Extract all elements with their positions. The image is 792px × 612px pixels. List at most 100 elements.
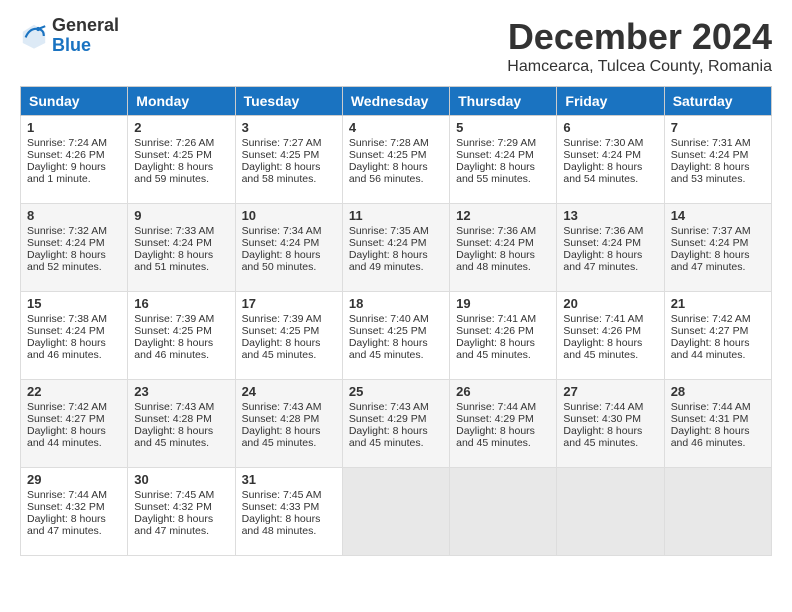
sunrise-text: Sunrise: 7:45 AM [134, 489, 214, 501]
header-tuesday: Tuesday [235, 87, 342, 116]
day-number: 8 [27, 208, 121, 223]
day-cell: 7Sunrise: 7:31 AMSunset: 4:24 PMDaylight… [664, 116, 771, 204]
day-number: 24 [242, 384, 336, 399]
daylight-text: Daylight: 8 hours and 49 minutes. [349, 249, 428, 273]
daylight-text: Daylight: 8 hours and 58 minutes. [242, 161, 321, 185]
sunrise-text: Sunrise: 7:40 AM [349, 313, 429, 325]
daylight-text: Daylight: 8 hours and 54 minutes. [563, 161, 642, 185]
daylight-text: Daylight: 8 hours and 48 minutes. [456, 249, 535, 273]
day-cell: 27Sunrise: 7:44 AMSunset: 4:30 PMDayligh… [557, 380, 664, 468]
daylight-text: Daylight: 8 hours and 45 minutes. [456, 425, 535, 449]
day-number: 18 [349, 296, 443, 311]
sunrise-text: Sunrise: 7:30 AM [563, 137, 643, 149]
day-cell: 9Sunrise: 7:33 AMSunset: 4:24 PMDaylight… [128, 204, 235, 292]
day-number: 15 [27, 296, 121, 311]
calendar-header-row: SundayMondayTuesdayWednesdayThursdayFrid… [21, 87, 772, 116]
sunset-text: Sunset: 4:32 PM [134, 501, 212, 513]
daylight-text: Daylight: 8 hours and 46 minutes. [27, 337, 106, 361]
sunset-text: Sunset: 4:25 PM [134, 149, 212, 161]
day-number: 6 [563, 120, 657, 135]
day-number: 28 [671, 384, 765, 399]
day-cell: 25Sunrise: 7:43 AMSunset: 4:29 PMDayligh… [342, 380, 449, 468]
sunset-text: Sunset: 4:24 PM [563, 149, 641, 161]
day-cell: 11 Sunrise: 7:35 AMSunset: 4:24 PMDayligh… [342, 204, 449, 292]
sunrise-text: Sunrise: 7:44 AM [27, 489, 107, 501]
sunset-text: Sunset: 4:26 PM [563, 325, 641, 337]
header-wednesday: Wednesday [342, 87, 449, 116]
sunset-text: Sunset: 4:24 PM [671, 149, 749, 161]
day-cell: 18Sunrise: 7:40 AMSunset: 4:25 PMDayligh… [342, 292, 449, 380]
sunrise-text: Sunrise: 7:33 AM [134, 225, 214, 237]
daylight-text: Daylight: 8 hours and 52 minutes. [27, 249, 106, 273]
day-number: 13 [563, 208, 657, 223]
sunrise-text: Sunrise: 7:26 AM [134, 137, 214, 149]
daylight-text: Daylight: 8 hours and 50 minutes. [242, 249, 321, 273]
day-cell: 3Sunrise: 7:27 AMSunset: 4:25 PMDaylight… [235, 116, 342, 204]
sunset-text: Sunset: 4:32 PM [27, 501, 105, 513]
day-cell: 4Sunrise: 7:28 AMSunset: 4:25 PMDaylight… [342, 116, 449, 204]
calendar-table: SundayMondayTuesdayWednesdayThursdayFrid… [20, 86, 772, 556]
week-row-2: 8Sunrise: 7:32 AMSunset: 4:24 PMDaylight… [21, 204, 772, 292]
sunset-text: Sunset: 4:24 PM [134, 237, 212, 249]
sunrise-text: Sunrise: 7:36 AM [456, 225, 536, 237]
sunrise-text: Sunrise: 7:38 AM [27, 313, 107, 325]
day-number: 26 [456, 384, 550, 399]
sunrise-text: Sunrise: 7:41 AM [563, 313, 643, 325]
day-cell: 29Sunrise: 7:44 AMSunset: 4:32 PMDayligh… [21, 468, 128, 556]
day-cell: 21Sunrise: 7:42 AMSunset: 4:27 PMDayligh… [664, 292, 771, 380]
day-cell: 19Sunrise: 7:41 AMSunset: 4:26 PMDayligh… [450, 292, 557, 380]
daylight-text: Daylight: 8 hours and 45 minutes. [563, 425, 642, 449]
day-number: 27 [563, 384, 657, 399]
header-monday: Monday [128, 87, 235, 116]
day-number: 23 [134, 384, 228, 399]
day-cell [342, 468, 449, 556]
sunset-text: Sunset: 4:25 PM [349, 325, 427, 337]
day-cell: 31Sunrise: 7:45 AMSunset: 4:33 PMDayligh… [235, 468, 342, 556]
sunset-text: Sunset: 4:25 PM [242, 325, 320, 337]
daylight-text: Daylight: 9 hours and 1 minute. [27, 161, 106, 185]
sunrise-text: Sunrise: 7:27 AM [242, 137, 322, 149]
day-cell: 26Sunrise: 7:44 AMSunset: 4:29 PMDayligh… [450, 380, 557, 468]
week-row-5: 29Sunrise: 7:44 AMSunset: 4:32 PMDayligh… [21, 468, 772, 556]
day-number: 31 [242, 472, 336, 487]
daylight-text: Daylight: 8 hours and 47 minutes. [134, 513, 213, 537]
daylight-text: Daylight: 8 hours and 46 minutes. [134, 337, 213, 361]
day-cell: 20Sunrise: 7:41 AMSunset: 4:26 PMDayligh… [557, 292, 664, 380]
daylight-text: Daylight: 8 hours and 45 minutes. [134, 425, 213, 449]
day-cell: 23Sunrise: 7:43 AMSunset: 4:28 PMDayligh… [128, 380, 235, 468]
day-cell: 1Sunrise: 7:24 AMSunset: 4:26 PMDaylight… [21, 116, 128, 204]
sunrise-text: Sunrise: 7:31 AM [671, 137, 751, 149]
daylight-text: Daylight: 8 hours and 45 minutes. [242, 337, 321, 361]
day-number: 2 [134, 120, 228, 135]
sunrise-text: Sunrise: 7:34 AM [242, 225, 322, 237]
daylight-text: Daylight: 8 hours and 46 minutes. [671, 425, 750, 449]
day-number: 1 [27, 120, 121, 135]
week-row-4: 22Sunrise: 7:42 AMSunset: 4:27 PMDayligh… [21, 380, 772, 468]
sunset-text: Sunset: 4:26 PM [27, 149, 105, 161]
daylight-text: Daylight: 8 hours and 45 minutes. [242, 425, 321, 449]
header-saturday: Saturday [664, 87, 771, 116]
day-cell: 30Sunrise: 7:45 AMSunset: 4:32 PMDayligh… [128, 468, 235, 556]
day-cell: 10Sunrise: 7:34 AMSunset: 4:24 PMDayligh… [235, 204, 342, 292]
sunrise-text: Sunrise: 7:43 AM [134, 401, 214, 413]
day-cell: 28Sunrise: 7:44 AMSunset: 4:31 PMDayligh… [664, 380, 771, 468]
day-cell: 13Sunrise: 7:36 AMSunset: 4:24 PMDayligh… [557, 204, 664, 292]
sunrise-text: Sunrise: 7:42 AM [671, 313, 751, 325]
sunrise-text: Sunrise: 7:36 AM [563, 225, 643, 237]
sunset-text: Sunset: 4:24 PM [27, 325, 105, 337]
sunrise-text: Sunrise: 7:29 AM [456, 137, 536, 149]
day-cell: 6 Sunrise: 7:30 AMSunset: 4:24 PMDaylight… [557, 116, 664, 204]
week-row-1: 1Sunrise: 7:24 AMSunset: 4:26 PMDaylight… [21, 116, 772, 204]
day-cell: 8Sunrise: 7:32 AMSunset: 4:24 PMDaylight… [21, 204, 128, 292]
sunset-text: Sunset: 4:30 PM [563, 413, 641, 425]
sunset-text: Sunset: 4:24 PM [27, 237, 105, 249]
sunset-text: Sunset: 4:24 PM [349, 237, 427, 249]
sunrise-text: Sunrise: 7:44 AM [456, 401, 536, 413]
sunset-text: Sunset: 4:27 PM [27, 413, 105, 425]
logo-general: General [52, 16, 119, 36]
day-number: 14 [671, 208, 765, 223]
day-number: 3 [242, 120, 336, 135]
sunset-text: Sunset: 4:29 PM [349, 413, 427, 425]
sunrise-text: Sunrise: 7:35 AM [349, 225, 429, 237]
day-number: 11 [349, 208, 443, 223]
